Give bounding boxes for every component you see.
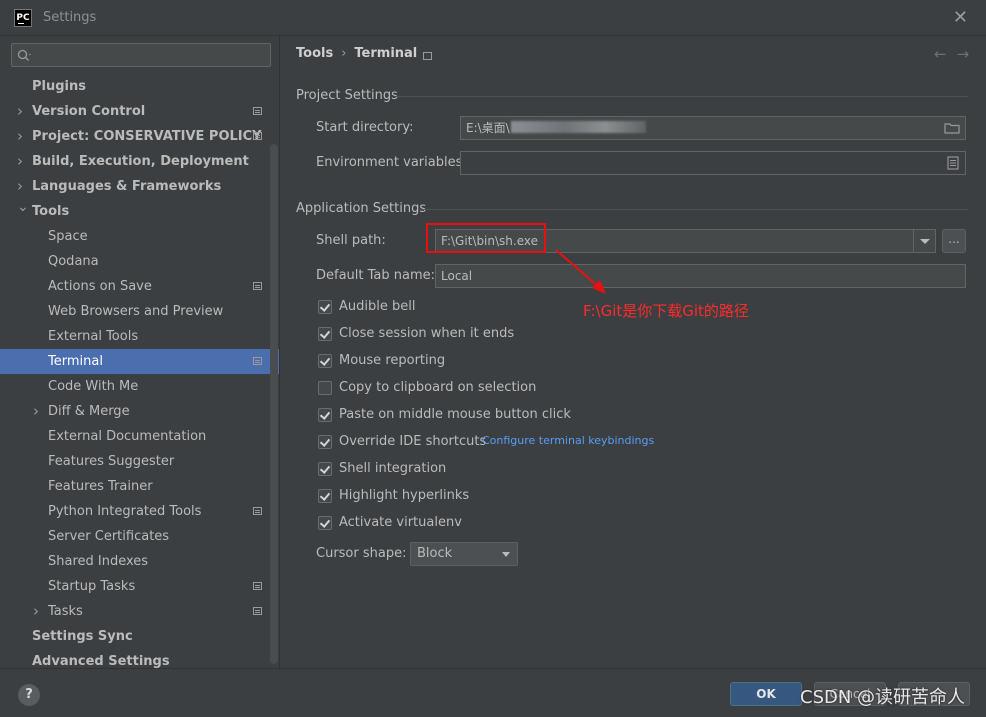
- checkbox-checked-icon[interactable]: [318, 462, 332, 476]
- help-button[interactable]: ?: [18, 684, 40, 706]
- checkbox-checked-icon[interactable]: [318, 300, 332, 314]
- checkbox-checked-icon[interactable]: [318, 408, 332, 422]
- keybindings-link[interactable]: Configure terminal keybindings: [482, 434, 654, 447]
- ok-button[interactable]: OK: [730, 682, 802, 706]
- checkbox-label: Close session when it ends: [339, 326, 515, 341]
- annotation-arrow-icon: [555, 249, 606, 294]
- checkbox-checked-icon[interactable]: [318, 489, 332, 503]
- checkbox-unchecked-icon[interactable]: [318, 381, 332, 395]
- checkbox-label: Activate virtualenv: [339, 515, 462, 530]
- watermark: CSDN @读研苦命人: [800, 687, 966, 708]
- checkbox-label: Shell integration: [339, 461, 447, 476]
- path-annotation: F:\Git是你下载Git的路径: [583, 302, 749, 320]
- checkbox-label: Audible bell: [339, 299, 416, 314]
- cursor-shape-label: Cursor shape:: [316, 546, 407, 561]
- checkbox-checked-icon[interactable]: [318, 516, 332, 530]
- checkbox-checked-icon[interactable]: [318, 354, 332, 368]
- checkbox-checked-icon[interactable]: [318, 327, 332, 341]
- checkbox-label: Paste on middle mouse button click: [339, 407, 571, 422]
- cursor-shape-select[interactable]: Block: [410, 542, 518, 566]
- checkbox-label: Mouse reporting: [339, 353, 446, 368]
- checkbox-checked-icon[interactable]: [318, 435, 332, 449]
- checkbox-label: Highlight hyperlinks: [339, 488, 470, 503]
- checkbox-label: Override IDE shortcuts: [339, 434, 487, 449]
- checkbox-label: Copy to clipboard on selection: [339, 380, 537, 395]
